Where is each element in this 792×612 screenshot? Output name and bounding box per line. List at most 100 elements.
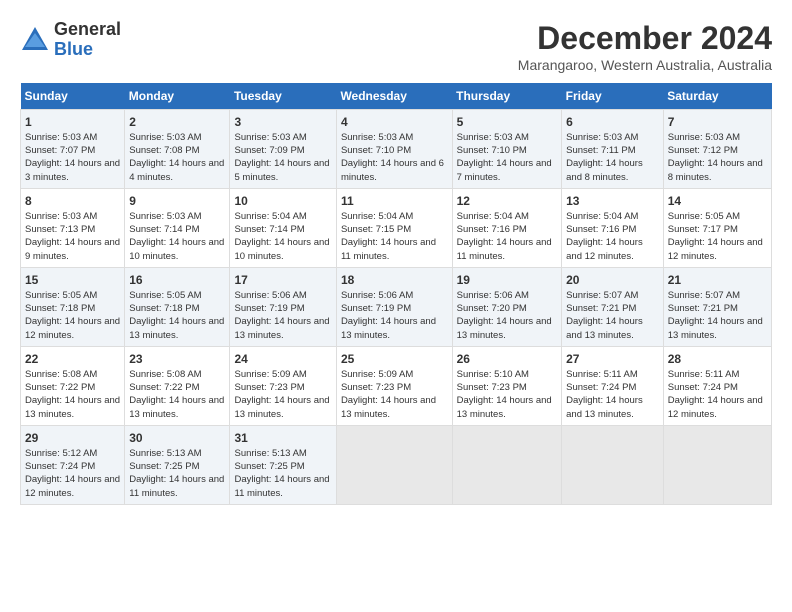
day-number: 10: [234, 193, 331, 210]
day-number: 6: [566, 114, 659, 131]
sunrise: Sunrise: 5:11 AM: [566, 369, 638, 380]
day-number: 11: [341, 193, 448, 210]
sunrise: Sunrise: 5:03 AM: [341, 132, 413, 143]
daylight: Daylight: 14 hours and 11 minutes.: [457, 237, 552, 261]
sunset: Sunset: 7:23 PM: [341, 382, 411, 393]
daylight: Daylight: 14 hours and 13 minutes.: [25, 395, 120, 419]
calendar-cell: 9Sunrise: 5:03 AMSunset: 7:14 PMDaylight…: [125, 188, 230, 267]
sunset: Sunset: 7:21 PM: [566, 303, 636, 314]
sunrise: Sunrise: 5:11 AM: [668, 369, 740, 380]
sunrise: Sunrise: 5:03 AM: [25, 211, 97, 222]
sunrise: Sunrise: 5:07 AM: [566, 290, 638, 301]
daylight: Daylight: 14 hours and 5 minutes.: [234, 158, 329, 182]
sunset: Sunset: 7:16 PM: [566, 224, 636, 235]
calendar-cell: 30Sunrise: 5:13 AMSunset: 7:25 PMDayligh…: [125, 425, 230, 504]
calendar-cell: 22Sunrise: 5:08 AM Sunset: 7:22 PM Dayligh…: [21, 346, 125, 425]
sunrise: Sunrise: 5:08 AM: [129, 369, 201, 380]
header-monday: Monday: [125, 83, 230, 110]
day-number: 30: [129, 430, 225, 447]
daylight: Daylight: 14 hours and 8 minutes.: [668, 158, 763, 182]
day-number: 22: [25, 351, 120, 368]
daylight: Daylight: 14 hours and 9 minutes.: [25, 237, 120, 261]
day-number: 3: [234, 114, 331, 131]
sunset: Sunset: 7:10 PM: [457, 145, 527, 156]
sunset: Sunset: 7:10 PM: [341, 145, 411, 156]
calendar-cell: [452, 425, 562, 504]
sunrise: Sunrise: 5:05 AM: [668, 211, 740, 222]
daylight: Daylight: 14 hours and 11 minutes.: [341, 237, 436, 261]
sunrise: Sunrise: 5:04 AM: [341, 211, 413, 222]
header-friday: Friday: [562, 83, 664, 110]
daylight: Daylight: 14 hours and 12 minutes.: [25, 474, 120, 498]
location: Marangaroo, Western Australia, Australia: [518, 57, 772, 73]
daylight: Daylight: 14 hours and 13 minutes.: [129, 395, 224, 419]
sunset: Sunset: 7:20 PM: [457, 303, 527, 314]
daylight: Daylight: 14 hours and 13 minutes.: [457, 316, 552, 340]
daylight: Daylight: 14 hours and 13 minutes.: [457, 395, 552, 419]
calendar-cell: 15Sunrise: 5:05 AMSunset: 7:18 PMDayligh…: [21, 267, 125, 346]
daylight: Daylight: 14 hours and 13 minutes.: [668, 316, 763, 340]
calendar-cell: 7Sunrise: 5:03 AMSunset: 7:12 PMDaylight…: [663, 110, 771, 189]
daylight: Daylight: 14 hours and 11 minutes.: [234, 474, 329, 498]
day-number: 31: [234, 430, 331, 447]
header-saturday: Saturday: [663, 83, 771, 110]
logo-icon: [20, 25, 50, 55]
daylight: Daylight: 14 hours and 3 minutes.: [25, 158, 120, 182]
sunset: Sunset: 7:14 PM: [129, 224, 199, 235]
calendar-cell: 8Sunrise: 5:03 AMSunset: 7:13 PMDaylight…: [21, 188, 125, 267]
logo: General Blue: [20, 20, 121, 60]
calendar-cell: 27Sunrise: 5:11 AMSunset: 7:24 PMDayligh…: [562, 346, 664, 425]
day-number: 2: [129, 114, 225, 131]
calendar-cell: 5Sunrise: 5:03 AMSunset: 7:10 PMDaylight…: [452, 110, 562, 189]
calendar-cell: 12Sunrise: 5:04 AMSunset: 7:16 PMDayligh…: [452, 188, 562, 267]
calendar-cell: 1Sunrise: 5:03 AMSunset: 7:07 PMDaylight…: [21, 110, 125, 189]
sunrise: Sunrise: 5:04 AM: [566, 211, 638, 222]
daylight: Daylight: 14 hours and 4 minutes.: [129, 158, 224, 182]
daylight: Daylight: 14 hours and 12 minutes.: [25, 316, 120, 340]
sunset: Sunset: 7:14 PM: [234, 224, 304, 235]
calendar-table: Sunday Monday Tuesday Wednesday Thursday…: [20, 83, 772, 505]
sunset: Sunset: 7:21 PM: [668, 303, 738, 314]
daylight: Daylight: 14 hours and 12 minutes.: [668, 395, 763, 419]
sunrise: Sunrise: 5:03 AM: [234, 132, 306, 143]
sunrise: Sunrise: 5:12 AM: [25, 448, 97, 459]
header-row: Sunday Monday Tuesday Wednesday Thursday…: [21, 83, 772, 110]
sunrise: Sunrise: 5:09 AM: [341, 369, 413, 380]
calendar-cell: [663, 425, 771, 504]
day-number: 21: [668, 272, 767, 289]
logo-text: General Blue: [54, 20, 121, 60]
calendar-cell: 19Sunrise: 5:06 AMSunset: 7:20 PMDayligh…: [452, 267, 562, 346]
day-number: 25: [341, 351, 448, 368]
daylight: Daylight: 14 hours and 13 minutes.: [234, 395, 329, 419]
sunrise: Sunrise: 5:09 AM: [234, 369, 306, 380]
sunrise: Sunrise: 5:05 AM: [25, 290, 97, 301]
sunrise: Sunrise: 5:04 AM: [234, 211, 306, 222]
sunrise: Sunrise: 5:10 AM: [457, 369, 529, 380]
daylight: Daylight: 14 hours and 12 minutes.: [668, 237, 763, 261]
day-number: 23: [129, 351, 225, 368]
day-number: 1: [25, 114, 120, 131]
calendar-cell: 4Sunrise: 5:03 AMSunset: 7:10 PMDaylight…: [336, 110, 452, 189]
sunrise: Sunrise: 5:06 AM: [457, 290, 529, 301]
calendar-cell: 10Sunrise: 5:04 AMSunset: 7:14 PMDayligh…: [230, 188, 336, 267]
sunrise: Sunrise: 5:08 AM: [25, 369, 97, 380]
sunrise: Sunrise: 5:06 AM: [341, 290, 413, 301]
sunset: Sunset: 7:22 PM: [25, 382, 95, 393]
day-number: 14: [668, 193, 767, 210]
logo-blue: Blue: [54, 40, 121, 60]
day-number: 15: [25, 272, 120, 289]
header-wednesday: Wednesday: [336, 83, 452, 110]
calendar-header: Sunday Monday Tuesday Wednesday Thursday…: [21, 83, 772, 110]
calendar-cell: 20Sunrise: 5:07 AMSunset: 7:21 PMDayligh…: [562, 267, 664, 346]
page-header: General Blue December 2024 Marangaroo, W…: [20, 20, 772, 73]
day-number: 12: [457, 193, 558, 210]
calendar-cell: 24Sunrise: 5:09 AMSunset: 7:23 PMDayligh…: [230, 346, 336, 425]
day-number: 4: [341, 114, 448, 131]
day-number: 27: [566, 351, 659, 368]
sunrise: Sunrise: 5:13 AM: [129, 448, 201, 459]
calendar-cell: 13Sunrise: 5:04 AMSunset: 7:16 PMDayligh…: [562, 188, 664, 267]
sunset: Sunset: 7:19 PM: [341, 303, 411, 314]
sunset: Sunset: 7:11 PM: [566, 145, 636, 156]
calendar-cell: 18Sunrise: 5:06 AMSunset: 7:19 PMDayligh…: [336, 267, 452, 346]
day-number: 13: [566, 193, 659, 210]
